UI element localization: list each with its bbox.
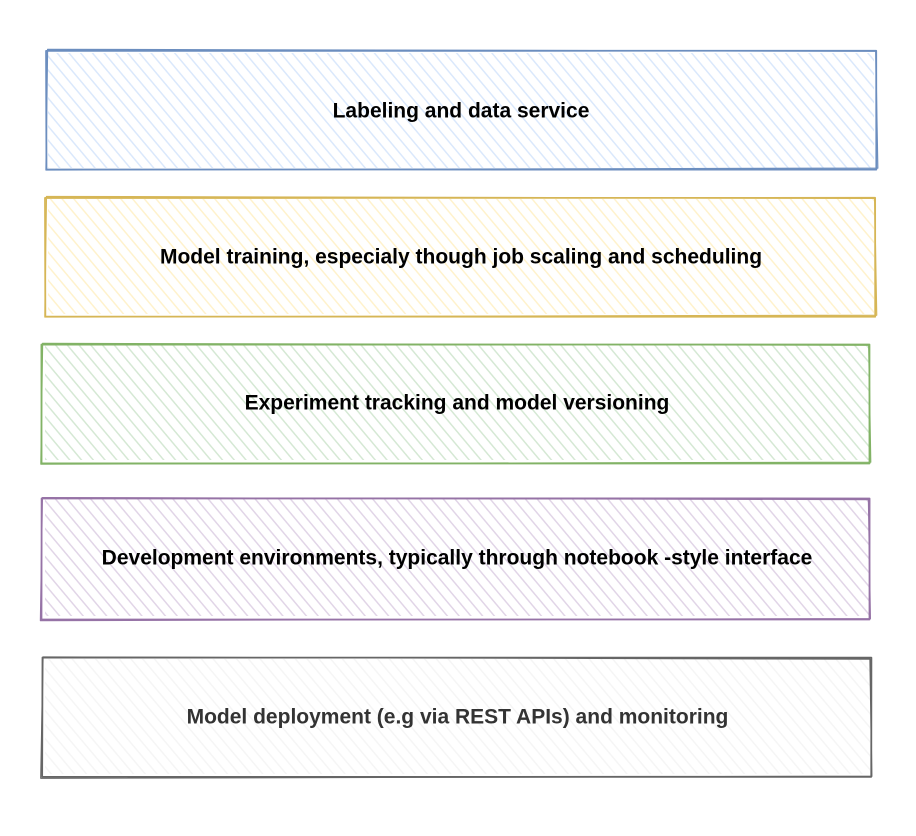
layer-box-dev-env: Development environments, typically thro… (39, 496, 872, 622)
box-label-training: Model training, especialy though job sca… (160, 246, 762, 269)
layer-box-tracking: Experiment tracking and model versioning (40, 342, 872, 465)
layer-box-deployment: Model deployment (e.g via REST APIs) and… (40, 656, 873, 779)
box-label-dev-env: Development environments, typically thro… (102, 547, 813, 570)
layered-diagram: Labeling and data service Model training,… (39, 48, 879, 779)
layer-box-labeling: Labeling and data service (45, 48, 879, 171)
layer-box-training: Model training, especialy though job sca… (44, 195, 878, 318)
boxes-layer: Labeling and data service Model training,… (39, 48, 879, 779)
box-label-labeling: Labeling and data service (333, 100, 590, 123)
box-label-tracking: Experiment tracking and model versioning (245, 392, 670, 415)
box-label-deployment: Model deployment (e.g via REST APIs) and… (187, 706, 729, 729)
